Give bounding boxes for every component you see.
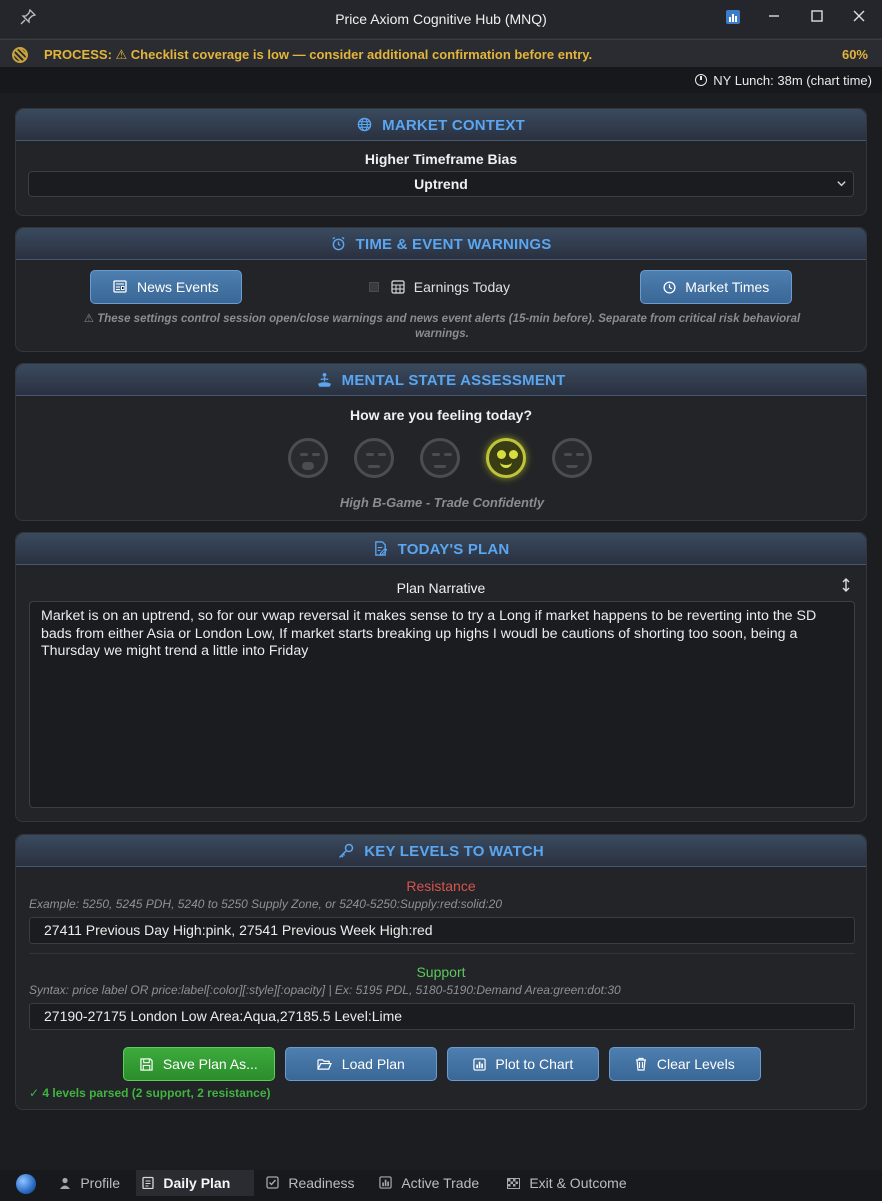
key-icon [338,843,358,859]
mood-neutral-icon[interactable] [420,438,460,478]
bias-label: Higher Timeframe Bias [364,151,518,167]
news-events-button[interactable]: News Events [90,270,242,304]
market-times-label: Market Times [685,279,770,295]
calendar-icon [391,279,414,295]
divider [29,953,855,954]
process-warning-text: PROCESS: ⚠ Checklist coverage is low — c… [44,47,593,62]
mood-confident-icon[interactable] [486,438,526,478]
session-time-bar: NY Lunch: 38m (chart time) [0,67,882,93]
process-warning-bar: PROCESS: ⚠ Checklist coverage is low — c… [0,39,882,67]
support-input[interactable]: 27190-27175 London Low Area:Aqua,27185.5… [29,1003,855,1030]
earnings-today-label: Earnings Today [413,279,511,295]
bias-value: Uptrend [414,176,468,192]
market-context-title: MARKET CONTEXT [382,117,525,134]
feeling-question: How are you feeling today? [349,407,533,423]
mental-state-status: High B-Game - Trade Confidently [339,495,545,510]
clock-icon [695,74,708,86]
chevron-down-icon [836,172,847,196]
tab-profile[interactable]: Profile [53,1170,126,1196]
mood-happy-icon[interactable] [552,438,592,478]
close-icon[interactable] [849,9,869,29]
earnings-today-toggle[interactable]: Earnings Today [369,279,510,295]
key-levels-panel: KEY LEVELS TO WATCH Resistance Example: … [15,834,867,1110]
todays-plan-panel: TODAY'S PLAN Plan Narrative Market is on… [15,532,867,822]
bar-chart-icon [473,1057,490,1072]
time-events-header: TIME & EVENT WARNINGS [16,228,866,260]
bar-chart-icon [379,1176,395,1191]
key-levels-header: KEY LEVELS TO WATCH [16,835,866,867]
resistance-input[interactable]: 27411 Previous Day High:pink, 27541 Prev… [29,917,855,944]
market-context-panel: MARKET CONTEXT Higher Timeframe Bias Upt… [15,108,867,216]
bottom-tab-bar: Profile Daily Plan Readiness Active Trad… [0,1170,882,1201]
folder-open-icon [317,1057,336,1072]
support-hint: Syntax: price label OR price:label[:colo… [29,983,621,997]
save-plan-label: Save Plan As... [162,1056,258,1072]
progress-spinner-icon [12,47,28,63]
plan-narrative-textarea[interactable]: Market is on an uptrend, so for our vwap… [29,601,855,808]
tab-exit-outcome-label: Exit & Outcome [529,1175,627,1191]
news-events-label: News Events [136,279,219,295]
load-plan-button[interactable]: Load Plan [285,1047,437,1081]
session-time-text: NY Lunch: 38m (chart time) [713,73,872,88]
key-levels-title: KEY LEVELS TO WATCH [364,843,544,860]
tab-active-trade[interactable]: Active Trade [373,1170,485,1196]
support-label: Support [416,964,466,980]
time-events-title: TIME & EVENT WARNINGS [355,236,552,253]
chart-icon[interactable] [723,9,743,29]
bias-select[interactable]: Uptrend [28,171,854,197]
todays-plan-header: TODAY'S PLAN [16,533,866,565]
clock-icon [663,280,680,295]
checklist-coverage-percent: 60% [841,47,868,62]
mood-exhausted-icon[interactable] [288,438,328,478]
plot-to-chart-label: Plot to Chart [495,1056,574,1072]
time-events-panel: TIME & EVENT WARNINGS News Events Earnin… [15,227,867,352]
resistance-hint: Example: 5250, 5245 PDH, 5240 to 5250 Su… [29,897,502,911]
tab-daily-plan[interactable]: Daily Plan [136,1170,254,1196]
window-title: Price Axiom Cognitive Hub (MNQ) [335,11,547,27]
mental-state-title: MENTAL STATE ASSESSMENT [341,372,566,389]
meditation-icon [317,372,336,388]
user-icon [59,1177,74,1191]
trash-icon [635,1057,651,1072]
maximize-icon[interactable] [807,9,827,29]
alarm-clock-icon [331,236,350,252]
resistance-label: Resistance [406,878,476,894]
save-icon [140,1057,157,1072]
tab-profile-label: Profile [80,1175,121,1191]
levels-parsed-status: ✓ 4 levels parsed (2 support, 2 resistan… [29,1086,271,1100]
tab-readiness[interactable]: Readiness [260,1170,361,1196]
globe-status-icon[interactable] [16,1174,36,1194]
todays-plan-title: TODAY'S PLAN [397,541,510,558]
tab-daily-plan-label: Daily Plan [163,1175,231,1191]
tab-active-trade-label: Active Trade [401,1175,480,1191]
plan-narrative-label: Plan Narrative [396,580,486,596]
clipboard-icon [142,1176,157,1191]
title-bar: Price Axiom Cognitive Hub (MNQ) [0,0,882,39]
clear-levels-label: Clear Levels [656,1056,735,1072]
checkered-flag-icon [507,1177,523,1191]
tab-exit-outcome[interactable]: Exit & Outcome [501,1170,633,1196]
earnings-checkbox[interactable] [369,282,379,292]
market-context-header: MARKET CONTEXT [16,109,866,141]
load-plan-label: Load Plan [341,1056,405,1072]
market-times-button[interactable]: Market Times [640,270,792,304]
mental-state-header: MENTAL STATE ASSESSMENT [16,364,866,396]
resize-vertical-icon[interactable] [840,578,852,597]
save-plan-button[interactable]: Save Plan As... [123,1047,275,1081]
time-events-note: ⚠ These settings control session open/cl… [83,313,801,340]
minimize-icon[interactable] [764,9,784,29]
checkbox-icon [266,1176,282,1191]
tab-readiness-label: Readiness [288,1175,355,1191]
mood-sad-icon[interactable] [354,438,394,478]
plot-to-chart-button[interactable]: Plot to Chart [447,1047,599,1081]
newspaper-icon [113,280,131,295]
edit-document-icon [373,541,392,557]
clear-levels-button[interactable]: Clear Levels [609,1047,761,1081]
globe-icon [357,117,376,133]
